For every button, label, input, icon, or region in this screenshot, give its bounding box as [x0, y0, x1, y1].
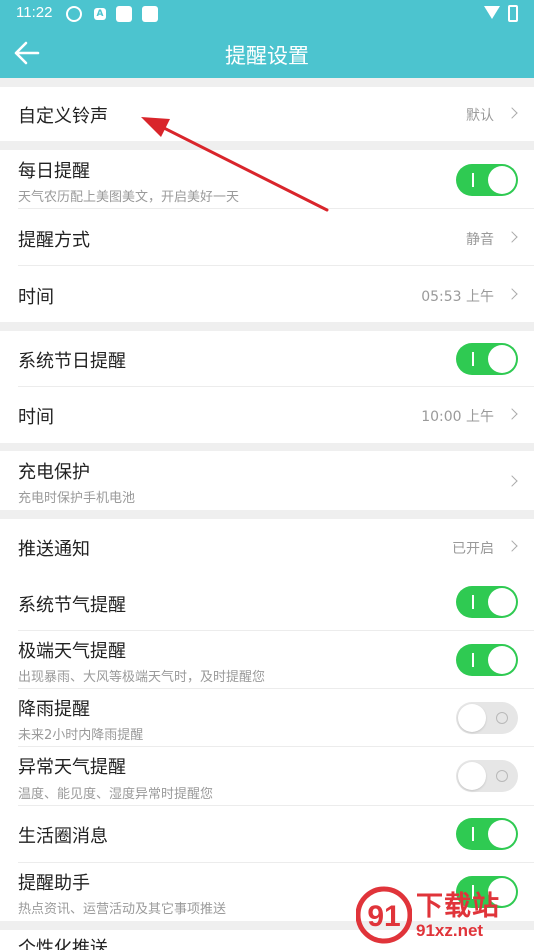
watermark-logo-icon: 91 [356, 886, 412, 944]
watermark-logo: 91 下载站 91xz.net [356, 884, 526, 950]
svg-text:91: 91 [367, 900, 400, 933]
watermark-url: 91xz.net [416, 921, 484, 940]
annotation-arrow-icon [141, 117, 329, 212]
watermark-text: 下载站 [416, 891, 500, 922]
